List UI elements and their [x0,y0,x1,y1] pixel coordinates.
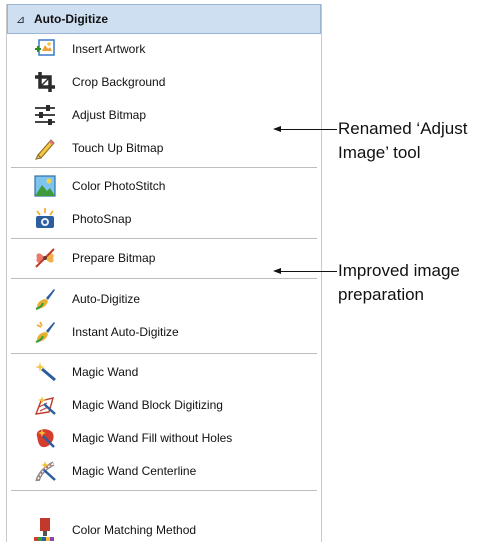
adjust-bitmap-label: Adjust Bitmap [72,108,147,122]
photosnap-label: PhotoSnap [72,212,132,226]
magic-wand-label: Magic Wand [72,365,139,379]
crop-background-label: Crop Background [72,75,166,89]
magic-wand-button[interactable]: Magic Wand [7,358,321,386]
prepare-bitmap-label: Prepare Bitmap [72,251,156,265]
color-matching-method-button[interactable]: Color Matching Method [7,516,321,544]
magic-wand-block-icon [33,393,57,417]
color-matching-icon [33,518,57,542]
separator [11,278,317,279]
auto-digitize-button[interactable]: Auto-Digitize [7,285,321,313]
magic-wand-fill-without-holes-button[interactable]: Magic Wand Fill without Holes [7,424,321,452]
camera-icon [33,207,57,231]
toolbox-header[interactable]: ⊿ Auto-Digitize [7,4,321,34]
color-matching-method-label: Color Matching Method [72,523,197,537]
adjust-bitmap-button[interactable]: Adjust Bitmap [7,101,321,129]
magic-wand-centerline-icon [33,459,57,483]
magic-wand-block-digitizing-label: Magic Wand Block Digitizing [72,398,223,412]
magic-wand-fill-without-holes-label: Magic Wand Fill without Holes [72,431,233,445]
instant-auto-digitize-button[interactable]: Instant Auto-Digitize [7,318,321,346]
landscape-photo-icon [33,174,57,198]
crop-icon [33,70,57,94]
callout-adjust-line2: Image’ tool [338,143,421,162]
callout-line [279,271,337,272]
callout-prepare-bitmap: Improved image preparation [338,259,460,307]
callout-adjust-line1: Renamed ‘Adjust [338,119,468,138]
callout-line [279,129,337,130]
magic-wand-block-digitizing-button[interactable]: Magic Wand Block Digitizing [7,391,321,419]
magic-wand-icon [33,360,57,384]
callout-adjust-image: Renamed ‘Adjust Image’ tool [338,117,467,165]
separator [11,167,317,168]
separator [11,490,317,491]
crop-background-button[interactable]: Crop Background [7,68,321,96]
insert-artwork-button[interactable]: Insert Artwork [7,35,321,63]
callout-prepare-line1: Improved image [338,261,460,280]
insert-artwork-label: Insert Artwork [72,42,146,56]
touch-up-bitmap-button[interactable]: Touch Up Bitmap [7,134,321,162]
separator [11,353,317,354]
separator [11,238,317,239]
color-photostitch-label: Color PhotoStitch [72,179,166,193]
callout-prepare-line2: preparation [338,285,425,304]
magic-wand-centerline-label: Magic Wand Centerline [72,464,197,478]
magic-wand-centerline-button[interactable]: Magic Wand Centerline [7,457,321,485]
auto-digitize-label: Auto-Digitize [72,292,141,306]
instant-auto-digitize-label: Instant Auto-Digitize [72,325,179,339]
toolbox-title: Auto-Digitize [34,12,108,26]
touch-up-bitmap-label: Touch Up Bitmap [72,141,164,155]
paintbrush-icon [33,287,57,311]
sliders-icon [33,103,57,127]
instant-paintbrush-icon [33,320,57,344]
pencil-icon [33,136,57,160]
color-photostitch-button[interactable]: Color PhotoStitch [7,172,321,200]
insert-artwork-icon [33,37,57,61]
prepare-bitmap-icon [33,246,57,270]
collapse-arrow-icon[interactable]: ⊿ [16,13,28,26]
photosnap-button[interactable]: PhotoSnap [7,205,321,233]
magic-wand-fill-icon [33,426,57,450]
